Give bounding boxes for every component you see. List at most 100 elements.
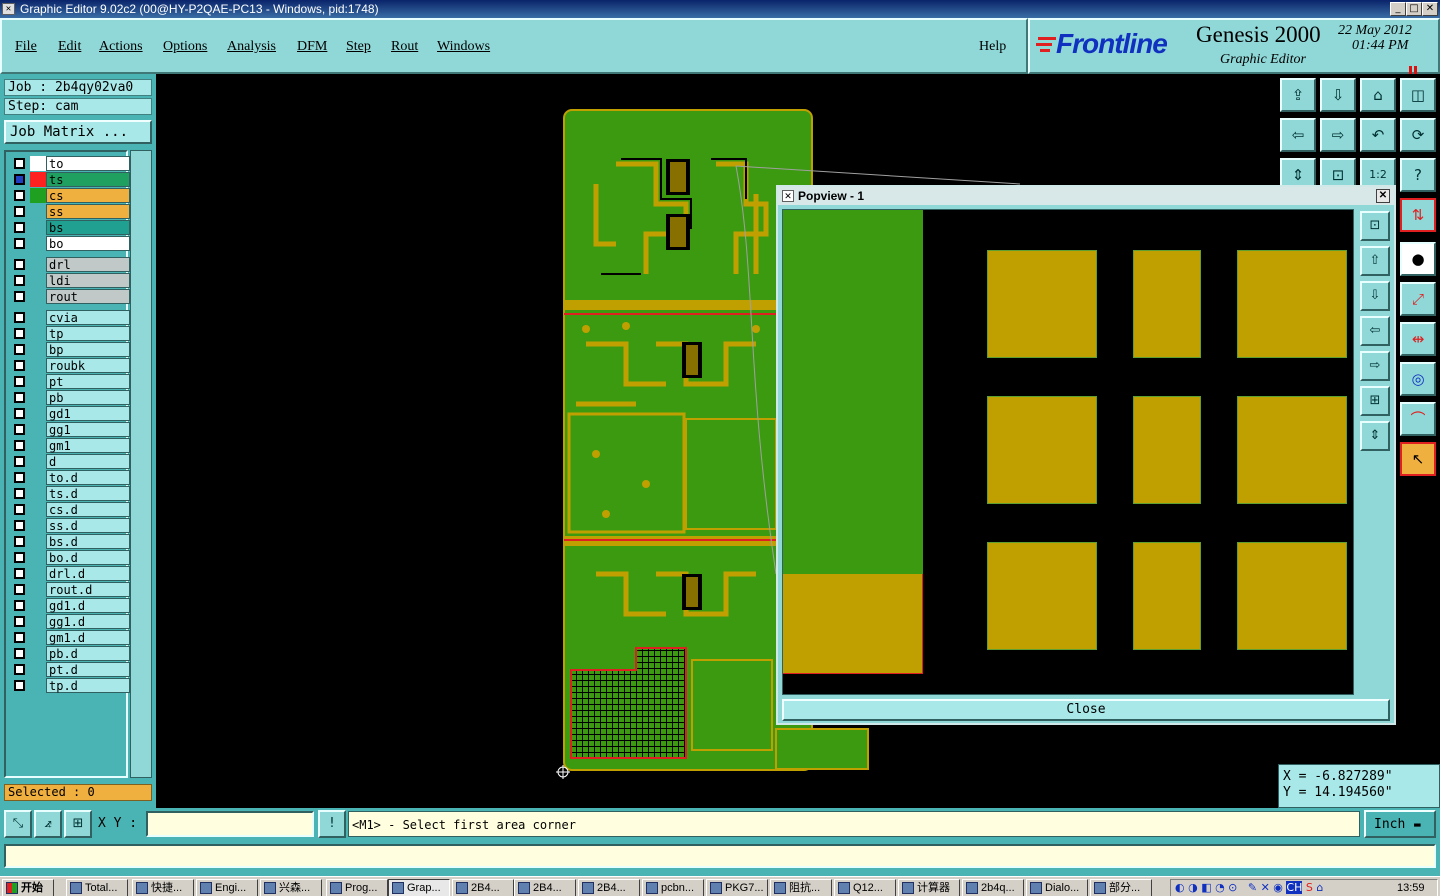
layer-color-swatch[interactable]: [30, 390, 46, 405]
layer-checkbox[interactable]: [14, 520, 25, 531]
layer-color-swatch[interactable]: [30, 172, 46, 187]
menu-dfm[interactable]: DFM: [297, 39, 327, 55]
layer-row-ss[interactable]: ss: [12, 204, 130, 219]
shapes-tool-icon[interactable]: ◎: [1400, 362, 1436, 396]
window-title-bar[interactable]: ✕ Graphic Editor 9.02c2 (00@HY-P2QAE-PC1…: [0, 0, 1440, 18]
layer-checkbox[interactable]: [14, 568, 25, 579]
layer-color-swatch[interactable]: [30, 156, 46, 171]
layer-checkbox[interactable]: [14, 616, 25, 627]
menu-file[interactable]: File: [15, 39, 37, 55]
layer-row-gm1[interactable]: gm1: [12, 438, 130, 453]
layer-scroll-track[interactable]: [130, 150, 152, 778]
taskbar-item[interactable]: PKG7...: [706, 879, 768, 896]
popview-window[interactable]: ✕ Popview - 1 ✕ ⊡ ⇧ ⇩ ⇦ ⇨ ⊞ ⇕ Close: [776, 185, 1396, 725]
taskbar-item[interactable]: 快捷...: [132, 879, 194, 896]
layer-checkbox[interactable]: [14, 376, 25, 387]
layer-row-gg1-d[interactable]: gg1.d: [12, 614, 130, 629]
layer-color-swatch[interactable]: [30, 273, 46, 288]
layer-row-bp[interactable]: bp: [12, 342, 130, 357]
layer-row-ts[interactable]: ts: [12, 172, 130, 187]
layer-checkbox[interactable]: [14, 174, 25, 185]
layer-checkbox[interactable]: [14, 190, 25, 201]
pan-left-icon[interactable]: ⇦: [1280, 118, 1316, 152]
layer-row-gd1[interactable]: gd1: [12, 406, 130, 421]
layer-checkbox[interactable]: [14, 392, 25, 403]
layer-checkbox[interactable]: [14, 440, 25, 451]
layer-color-swatch[interactable]: [30, 406, 46, 421]
layer-color-swatch[interactable]: [30, 289, 46, 304]
layer-checkbox[interactable]: [14, 472, 25, 483]
layer-checkbox[interactable]: [14, 424, 25, 435]
layer-checkbox[interactable]: [14, 680, 25, 691]
layer-checkbox[interactable]: [14, 291, 25, 302]
layer-color-swatch[interactable]: [30, 188, 46, 203]
layer-checkbox[interactable]: [14, 222, 25, 233]
xy-input[interactable]: [146, 811, 314, 837]
layer-color-swatch[interactable]: [30, 566, 46, 581]
layer-color-swatch[interactable]: [30, 630, 46, 645]
menu-rout[interactable]: Rout: [391, 39, 418, 55]
pad-tool-icon[interactable]: ●: [1400, 242, 1436, 276]
layer-checkbox[interactable]: [14, 158, 25, 169]
layer-row-cs-d[interactable]: cs.d: [12, 502, 130, 517]
layer-color-swatch[interactable]: [30, 614, 46, 629]
layer-row-cs[interactable]: cs: [12, 188, 130, 203]
pan-down-icon[interactable]: ⇩: [1320, 78, 1356, 112]
popview-right-icon[interactable]: ⇨: [1360, 351, 1390, 381]
popview-close-button[interactable]: Close: [782, 699, 1390, 721]
layer-checkbox[interactable]: [14, 488, 25, 499]
measure-icon[interactable]: ⦨: [34, 810, 62, 838]
layer-row-bs[interactable]: bs: [12, 220, 130, 235]
layer-color-swatch[interactable]: [30, 342, 46, 357]
taskbar-item[interactable]: 部分...: [1090, 879, 1152, 896]
split-view-icon[interactable]: ◫: [1400, 78, 1436, 112]
layer-row-ss-d[interactable]: ss.d: [12, 518, 130, 533]
zoom-home-icon[interactable]: ⇪: [1280, 78, 1316, 112]
layer-row-d[interactable]: d: [12, 454, 130, 469]
taskbar-item[interactable]: Grap...: [388, 879, 450, 896]
layer-color-swatch[interactable]: [30, 486, 46, 501]
layer-row-gg1[interactable]: gg1: [12, 422, 130, 437]
layer-row-to-d[interactable]: to.d: [12, 470, 130, 485]
close-window-button[interactable]: ✕: [1422, 2, 1438, 16]
pan-right-icon[interactable]: ⇨: [1320, 118, 1356, 152]
taskbar-item[interactable]: 计算器: [898, 879, 960, 896]
layer-checkbox[interactable]: [14, 344, 25, 355]
layer-row-ldi[interactable]: ldi: [12, 273, 130, 288]
layer-color-swatch[interactable]: [30, 422, 46, 437]
popview-canvas[interactable]: [782, 209, 1354, 695]
job-matrix-button[interactable]: Job Matrix ...: [4, 120, 152, 144]
layer-color-swatch[interactable]: [30, 310, 46, 325]
layer-row-drl-d[interactable]: drl.d: [12, 566, 130, 581]
layer-row-pt-d[interactable]: pt.d: [12, 662, 130, 677]
layer-color-swatch[interactable]: [30, 646, 46, 661]
layer-color-swatch[interactable]: [30, 438, 46, 453]
layer-row-roubk[interactable]: roubk: [12, 358, 130, 373]
layer-row-tp-d[interactable]: tp.d: [12, 678, 130, 693]
layer-color-swatch[interactable]: [30, 470, 46, 485]
layer-checkbox[interactable]: [14, 536, 25, 547]
layer-checkbox[interactable]: [14, 600, 25, 611]
popview-fit-icon[interactable]: ⊞: [1360, 386, 1390, 416]
menu-analysis[interactable]: Analysis: [227, 39, 276, 55]
menu-help[interactable]: Help: [979, 39, 1006, 55]
menu-step[interactable]: Step: [346, 39, 371, 55]
layer-checkbox[interactable]: [14, 632, 25, 643]
taskbar-item[interactable]: 兴森...: [260, 879, 322, 896]
layer-color-swatch[interactable]: [30, 534, 46, 549]
layer-color-swatch[interactable]: [30, 518, 46, 533]
popview-up-icon[interactable]: ⇧: [1360, 246, 1390, 276]
info-icon[interactable]: !: [318, 810, 346, 838]
popview-zoom-icon[interactable]: ⊡: [1360, 211, 1390, 241]
layer-row-tp[interactable]: tp: [12, 326, 130, 341]
taskbar-item[interactable]: 2B4...: [452, 879, 514, 896]
popview-center-icon[interactable]: ⇕: [1360, 421, 1390, 451]
layer-checkbox[interactable]: [14, 504, 25, 515]
home-view-icon[interactable]: ⌂: [1360, 78, 1396, 112]
menu-edit[interactable]: Edit: [58, 39, 81, 55]
layer-row-rout[interactable]: rout: [12, 289, 130, 304]
undo-view-icon[interactable]: ↶: [1360, 118, 1396, 152]
layer-checkbox[interactable]: [14, 408, 25, 419]
layer-color-swatch[interactable]: [30, 454, 46, 469]
layer-row-pb[interactable]: pb: [12, 390, 130, 405]
